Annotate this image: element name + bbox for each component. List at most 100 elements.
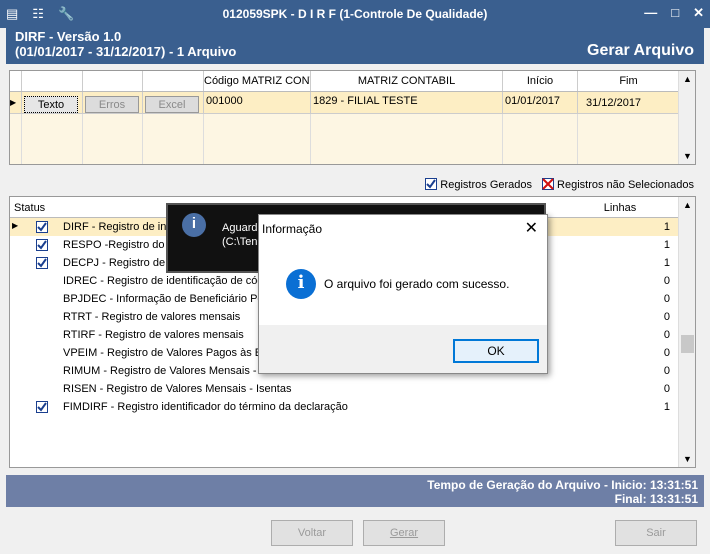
record-lines: 0 [663, 347, 670, 359]
record-lines: 1 [663, 257, 670, 269]
empty-row [10, 114, 680, 164]
voltar-button[interactable]: Voltar [271, 520, 353, 546]
record-description: RTRT - Registro de valores mensais [63, 311, 241, 323]
col-actions-1 [22, 71, 83, 91]
record-lines: 1 [663, 221, 670, 233]
checkbox-checked-icon [425, 178, 438, 190]
col-codigo[interactable]: Código MATRIZ CONTA [204, 71, 311, 91]
generation-time-start: Tempo de Geração do Arquivo - Inicio: 13… [427, 478, 698, 492]
checkbox-x-icon [542, 178, 555, 190]
record-description: FIMDIRF - Registro identificador do térm… [63, 401, 348, 413]
col-matriz[interactable]: MATRIZ CONTABIL [311, 71, 503, 91]
window-titlebar: ▤ ☷ 🔧 012059SPK - D I R F (1-Controle De… [0, 0, 710, 28]
checkbox-checked-icon[interactable] [36, 257, 48, 269]
close-icon[interactable]: ✕ [525, 218, 538, 238]
record-description: VPEIM - Registro de Valores Pagos às En [63, 347, 269, 359]
dialog-body: i O arquivo foi gerado com sucesso. [259, 247, 547, 325]
status-bar: Tempo de Geração do Arquivo - Inicio: 13… [6, 475, 704, 507]
grid-indicator-col [10, 71, 22, 91]
excel-button[interactable]: Excel [145, 96, 199, 113]
files-grid[interactable]: Código MATRIZ CONTA MATRIZ CONTABIL Iníc… [9, 70, 696, 165]
dialog-footer: OK [259, 325, 547, 373]
record-lines: 0 [663, 311, 670, 323]
maximize-icon[interactable]: □ [671, 5, 679, 21]
info-icon: i [182, 213, 206, 237]
fim-cell[interactable]: 31/12/2017 [578, 92, 680, 113]
scroll-up-icon[interactable]: ▲ [679, 200, 695, 210]
record-description: DIRF - Registro de in [63, 221, 167, 233]
record-lines: 0 [663, 329, 670, 341]
row-pointer-icon: ▶ [10, 92, 22, 113]
legend-nao-selecionados-label: Registros não Selecionados [557, 179, 694, 191]
inicio-cell[interactable]: 01/01/2017 [503, 92, 578, 113]
window-controls: — □ ✕ [644, 5, 704, 21]
record-lines: 1 [663, 401, 670, 413]
record-lines: 0 [663, 383, 670, 395]
page-header: DIRF - Versão 1.0 (01/01/2017 - 31/12/20… [6, 28, 704, 64]
record-description: RTIRF - Registro de valores mensais [63, 329, 244, 341]
legend-gerados-label: Registros Gerados [440, 179, 533, 191]
sair-button[interactable]: Sair [615, 520, 697, 546]
records-grid-scrollbar[interactable]: ▲ ▼ [678, 197, 695, 467]
close-icon[interactable]: ✕ [693, 5, 704, 21]
generation-time-end: Final: 13:31:51 [614, 492, 698, 506]
empty-cell [10, 114, 22, 164]
info-icon: i [286, 269, 316, 299]
dialog-message: O arquivo foi gerado com sucesso. [324, 277, 510, 291]
erros-cell: Erros [83, 92, 143, 113]
matriz-cell[interactable]: 1829 - FILIAL TESTE [311, 92, 503, 113]
files-grid-header: Código MATRIZ CONTA MATRIZ CONTABIL Iníc… [10, 71, 680, 92]
table-row[interactable]: FIMDIRF - Registro identificador do térm… [10, 398, 680, 416]
period-label: (01/01/2017 - 31/12/2017) - 1 Arquivo [15, 44, 237, 59]
record-description: RISEN - Registro de Valores Mensais - Is… [63, 383, 292, 395]
empty-cell [503, 114, 578, 164]
record-description: BPJDEC - Informação de Beneficiário Pes [63, 293, 270, 305]
files-grid-scrollbar[interactable]: ▲ ▼ [678, 71, 695, 164]
empty-cell [578, 114, 680, 164]
record-lines: 0 [663, 275, 670, 287]
version-label: DIRF - Versão 1.0 [15, 29, 122, 44]
window-title: 012059SPK - D I R F (1-Controle De Quali… [222, 7, 488, 21]
col-status[interactable]: Status [14, 202, 45, 214]
scroll-down-icon[interactable]: ▼ [679, 151, 695, 161]
scroll-up-icon[interactable]: ▲ [679, 74, 695, 84]
col-actions-3 [143, 71, 204, 91]
checkbox-checked-icon[interactable] [36, 221, 48, 233]
page-title: Gerar Arquivo [587, 42, 694, 59]
minimize-icon[interactable]: — [644, 5, 657, 21]
table-row[interactable]: ▶ Texto Erros Excel 001000 1829 - FILIAL… [10, 92, 680, 114]
empty-cell [22, 114, 83, 164]
progress-text: Aguard [222, 222, 258, 234]
excel-cell: Excel [143, 92, 204, 113]
record-description: IDREC - Registro de identificação de cód [63, 275, 264, 287]
checkbox-checked-icon[interactable] [36, 239, 48, 251]
record-description: RIMUM - Registro de Valores Mensais - I [63, 365, 263, 377]
record-lines: 0 [663, 365, 670, 377]
empty-cell [311, 114, 503, 164]
checkbox-checked-icon[interactable] [36, 401, 48, 413]
row-pointer-icon: ▶ [12, 221, 19, 230]
legend-gerados: Registros Gerados [425, 178, 532, 191]
texto-button[interactable]: Texto [24, 96, 78, 113]
col-actions-2 [83, 71, 143, 91]
empty-cell [143, 114, 204, 164]
record-lines: 0 [663, 293, 670, 305]
info-dialog: Informação ✕ i O arquivo foi gerado com … [258, 214, 548, 374]
gerar-button[interactable]: Gerar [363, 520, 445, 546]
record-description: DECPJ - Registro de i [63, 257, 171, 269]
erros-button[interactable]: Erros [85, 96, 139, 113]
table-row[interactable]: RISEN - Registro de Valores Mensais - Is… [10, 380, 680, 398]
legend-nao-selecionados: Registros não Selecionados [542, 178, 694, 191]
scroll-down-icon[interactable]: ▼ [679, 454, 695, 464]
col-fim[interactable]: Fim [578, 71, 680, 91]
col-linhas[interactable]: Linhas [590, 202, 650, 214]
col-inicio[interactable]: Início [503, 71, 578, 91]
record-description: RESPO -Registro do R [63, 239, 176, 251]
dialog-title: Informação [262, 222, 323, 236]
scroll-thumb[interactable] [681, 335, 694, 353]
legend: Registros Gerados Registros não Selecion… [425, 178, 694, 191]
codigo-cell[interactable]: 001000 [204, 92, 311, 113]
record-lines: 1 [663, 239, 670, 251]
ok-button[interactable]: OK [453, 339, 539, 363]
texto-cell: Texto [22, 92, 83, 113]
